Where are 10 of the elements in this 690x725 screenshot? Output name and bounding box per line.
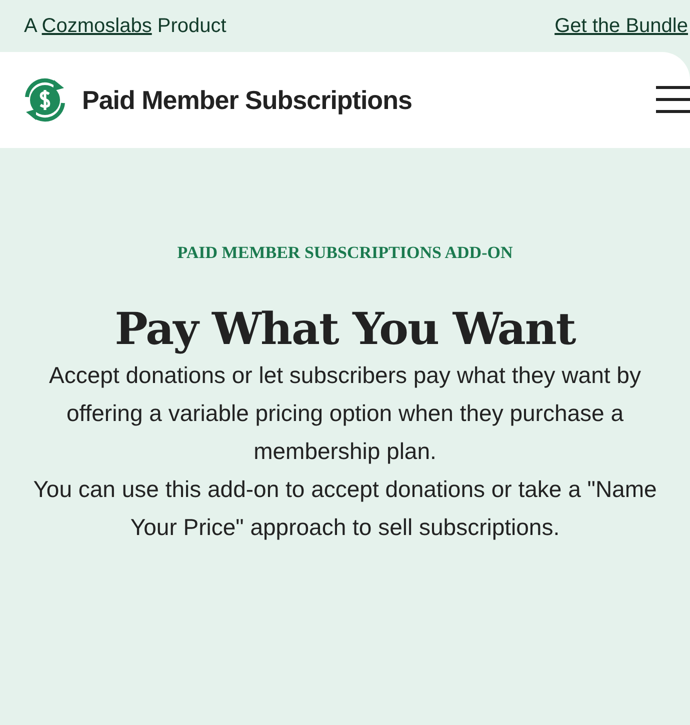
description-paragraph: You can use this add-on to accept donations or take a "Name Your Price" approach to sell subscriptions.	[32, 474, 658, 542]
description-paragraph: Accept donations or let subscribers pay what they want by offering a variable pricing option when they purchase a membership plan.	[48, 360, 642, 466]
tagline: A Cozmoslabs Product	[24, 14, 226, 39]
bundle-link[interactable]: Get the Bundle	[554, 11, 688, 41]
brand-name[interactable]: Paid Member Subscriptions	[82, 80, 412, 120]
page-title: Pay What You Want	[114, 304, 576, 356]
dollar-cycle-logo-icon	[22, 77, 68, 123]
cozmoslabs-link[interactable]: Cozmoslabs	[42, 15, 152, 37]
eyebrow-label: PAID MEMBER SUBSCRIPTIONS ADD-ON	[177, 242, 513, 264]
menu-icon[interactable]	[656, 85, 690, 115]
